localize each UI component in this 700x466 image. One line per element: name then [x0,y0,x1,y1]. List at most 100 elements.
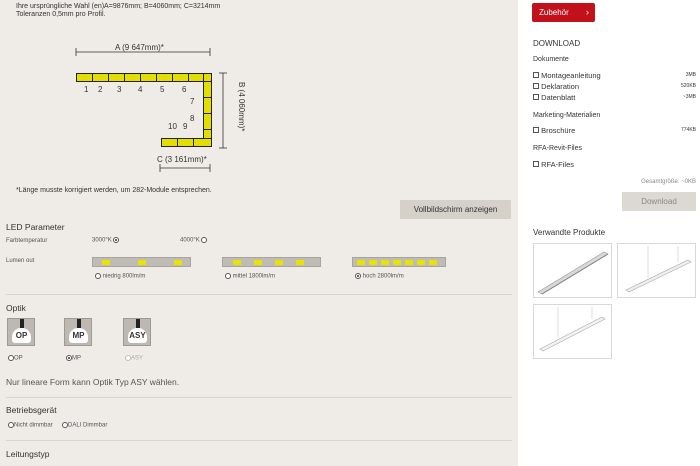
temp-3000-radio[interactable] [113,237,120,243]
driver-option-dali[interactable]: DALI Dimmbar [62,422,107,429]
module-cell [172,73,189,82]
rfa-checkbox[interactable] [533,161,539,167]
module-number: 4 [138,85,143,94]
betriebsgeraet-title: Betriebsgerät [6,405,57,415]
config-tolerance: Toleranzen 0,5mm pro Profil. [16,11,106,18]
module-cell [108,73,125,82]
document-checkbox[interactable] [533,83,539,89]
marketing-checkbox[interactable] [533,127,539,133]
accessory-button-label: Zubehör [539,8,569,17]
module-cell [161,138,178,147]
rfa-item[interactable]: RFA-Files [533,160,696,169]
led-chip [357,260,365,265]
pendant-icon [136,319,140,328]
config-original-selection: Ihre ursprüngliche Wahl (en)A=9876mm; B=… [16,3,221,10]
dimension-a-label: A (9 647mm)* [115,43,164,52]
optik-mp-image[interactable]: MP [64,318,92,346]
lumen-strip-high [352,257,446,267]
total-size: Gesamtgröße: ~0KB [641,179,696,185]
accessory-button[interactable]: Zubehör › [532,3,595,22]
module-number: 2 [98,85,103,94]
led-chip [275,260,283,265]
optik-asy-label: ASY [128,328,147,343]
optik-radio-label: MP [72,355,81,362]
module-number: 9 [183,122,188,131]
led-chip [102,260,110,265]
driver-option-non-dimmable[interactable]: Nicht dimmbar [8,422,53,429]
dimension-c-label: C (3 161mm)* [157,155,207,164]
optik-op-radio[interactable] [8,355,14,361]
temp-option-label: 4000°K [180,237,200,244]
module-cell [203,113,212,130]
led-chip [429,260,437,265]
related-product-1[interactable] [533,243,612,298]
module-number: 8 [190,114,195,123]
related-product-3[interactable] [533,304,612,359]
pendant-luminaire-image [539,307,606,352]
temp-option-4000[interactable]: 4000°K [180,237,208,244]
temp-4000-radio[interactable] [201,237,208,243]
lumen-option-low[interactable]: niedrig 800lm/m [95,273,145,280]
document-item[interactable]: Deklaration 520KB [533,82,696,91]
config-info: Ihre ursprüngliche Wahl (en)A=9876mm; B=… [16,3,220,19]
module-number: 6 [182,85,187,94]
module-cell [92,73,109,82]
driver-option-label: Nicht dimmbar [14,422,53,429]
document-size: 520KB [680,83,696,89]
led-chip [254,260,262,265]
document-size: ~3MB [682,94,696,100]
driver-option-label: DALI Dimmbar [68,422,108,429]
lumen-option-mid[interactable]: mittel 1800lm/m [225,273,275,280]
module-cell [177,138,194,147]
document-checkbox[interactable] [533,94,539,100]
color-temp-label: Farbtemperatur [6,238,48,244]
document-name: Deklaration [541,82,580,91]
lumen-strip-low [92,257,191,267]
lumen-strip-mid [222,257,321,267]
optik-op-image[interactable]: OP [7,318,35,346]
lumen-high-radio[interactable] [355,273,361,279]
lumen-low-radio[interactable] [95,273,101,279]
optik-asy-image[interactable]: ASY [123,318,151,346]
document-item[interactable]: Datenblatt ~3MB [533,93,696,102]
document-checkbox[interactable] [533,72,539,78]
optik-option-asy: ASY [125,355,143,362]
lumen-label: Lumen out [6,258,35,264]
optik-option-op[interactable]: OP [8,355,23,362]
led-chip [296,260,304,265]
document-item[interactable]: Montageanleitung 3MB [533,71,696,80]
driver-non-dimmable-radio[interactable] [8,422,14,428]
led-parameter-title: LED Parameter [6,222,65,232]
length-note: *Länge musste korrigiert werden, um 282-… [16,187,212,194]
lumen-mid-radio[interactable] [225,273,231,279]
lumen-option-high[interactable]: hoch 2800lm/m [355,273,404,280]
optik-mp-radio[interactable] [66,355,72,361]
download-button[interactable]: Download [622,192,696,211]
led-chip [405,260,413,265]
fullscreen-button[interactable]: Vollbildschirm anzeigen [400,200,511,219]
lumen-option-label: mittel 1800lm/m [232,273,276,280]
optik-radio-label: ASY [131,355,144,362]
optik-op-label: OP [12,328,31,343]
temp-option-3000[interactable]: 3000°K [92,237,120,244]
linear-luminaire-image [537,251,609,295]
lumen-option-label: niedrig 800lm/m [102,273,146,280]
module-cell [76,73,93,82]
marketing-name: Broschüre [541,126,576,135]
optik-option-mp[interactable]: MP [66,355,81,362]
pendant-icon [77,319,81,328]
module-cell [156,73,173,82]
leitungstyp-title: Leitungstyp [6,449,50,459]
module-number: 10 [168,122,177,131]
related-product-2[interactable] [617,243,696,298]
pendant-luminaire-image [625,246,692,293]
pendant-icon [20,319,24,328]
marketing-item[interactable]: Broschüre 774KB [533,126,696,135]
driver-dali-radio[interactable] [62,422,68,428]
led-chip [174,260,182,265]
rfa-name: RFA-Files [541,160,575,169]
documents-title: Dokumente [533,56,569,63]
module-cell [203,97,212,114]
section-divider [6,440,512,441]
dimension-b-label: B (4 060mm)* [237,82,246,132]
